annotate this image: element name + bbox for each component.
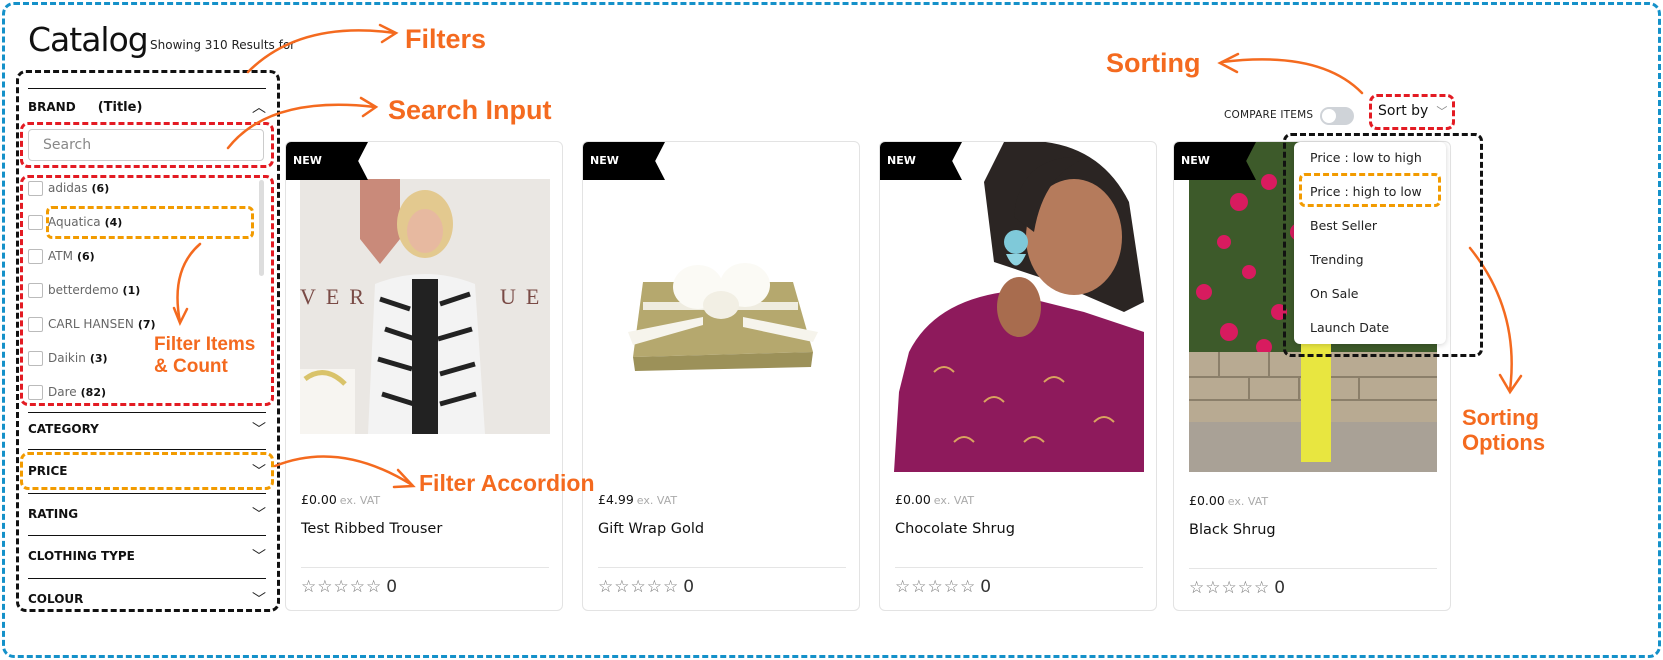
annotation-filter-items: Filter Items & Count (154, 334, 255, 378)
sort-options-highlight (1283, 133, 1483, 357)
results-count: Showing 310 Results for (150, 38, 296, 52)
annotation-filter-accordion: Filter Accordion (419, 470, 595, 496)
filter-item-highlight (46, 206, 254, 239)
product-image[interactable]: VER UE (300, 179, 550, 434)
product-name[interactable]: Gift Wrap Gold (598, 521, 704, 537)
annotation-line: Sorting (1462, 405, 1539, 430)
star-icon: ☆☆☆☆☆ (598, 577, 680, 597)
vat-label: ex. VAT (636, 494, 678, 507)
product-rating: ☆☆☆☆☆ 0 (895, 577, 992, 597)
svg-text:UE: UE (500, 284, 549, 309)
new-badge: NEW (880, 142, 962, 180)
rating-count: 0 (980, 577, 993, 597)
accordion-highlight (20, 452, 274, 490)
product-card[interactable]: NEW VER UE £0.00 ex. VAT Test Ribbed Trou… (285, 141, 563, 611)
compare-items-label: COMPARE ITEMS (1224, 109, 1314, 121)
price-value: £0.00 (301, 492, 337, 507)
divider (1189, 568, 1437, 569)
annotation-search-input: Search Input (388, 95, 552, 125)
rating-count: 0 (1274, 578, 1287, 598)
product-price: £0.00 ex. VAT (1189, 493, 1268, 508)
product-card[interactable]: NEW £4.99 ex. VAT Gift Wrap Gold ☆☆☆☆☆ 0 (582, 141, 860, 611)
annotation-line: & Count (154, 355, 228, 377)
product-name[interactable]: Black Shrug (1189, 522, 1276, 538)
product-price: £0.00 ex. VAT (301, 492, 380, 507)
rating-count: 0 (386, 577, 399, 597)
search-highlight (20, 122, 274, 168)
divider (301, 567, 549, 568)
product-image[interactable] (894, 142, 1144, 472)
price-value: £0.00 (895, 492, 931, 507)
compare-items-toggle[interactable] (1320, 107, 1354, 125)
annotation-filters: Filters (405, 24, 487, 54)
product-price: £4.99 ex. VAT (598, 492, 677, 507)
star-icon: ☆☆☆☆☆ (1189, 578, 1271, 598)
page-title: Catalog (28, 20, 149, 59)
rating-count: 0 (683, 577, 696, 597)
product-image[interactable] (623, 247, 823, 372)
toggle-knob (1322, 109, 1336, 123)
product-rating: ☆☆☆☆☆ 0 (598, 577, 695, 597)
annotation-line: Options (1462, 430, 1546, 456)
svg-text:VER: VER (300, 284, 374, 309)
product-name[interactable]: Test Ribbed Trouser (301, 521, 442, 537)
product-rating: ☆☆☆☆☆ 0 (1189, 578, 1286, 598)
annotation-line: Filter Items (154, 334, 256, 355)
vat-label: ex. VAT (933, 494, 975, 507)
star-icon: ☆☆☆☆☆ (895, 577, 977, 597)
new-badge: NEW (286, 142, 368, 180)
sort-option-highlight (1299, 173, 1441, 207)
annotation-sorting-options: Sorting Options (1462, 405, 1545, 456)
sort-highlight (1369, 94, 1455, 130)
divider (895, 567, 1143, 568)
star-icon: ☆☆☆☆☆ (301, 577, 383, 597)
vat-label: ex. VAT (339, 494, 381, 507)
divider (598, 567, 846, 568)
new-badge: NEW (1174, 142, 1256, 180)
product-price: £0.00 ex. VAT (895, 492, 974, 507)
product-rating: ☆☆☆☆☆ 0 (301, 577, 398, 597)
product-name[interactable]: Chocolate Shrug (895, 521, 1015, 537)
price-value: £4.99 (598, 492, 634, 507)
annotation-sorting: Sorting (1106, 48, 1201, 78)
new-badge: NEW (583, 142, 665, 180)
product-card[interactable]: NEW £0.00 ex. VAT Chocolate Shrug ☆☆☆☆☆ 0 (879, 141, 1157, 611)
price-value: £0.00 (1189, 493, 1225, 508)
vat-label: ex. VAT (1227, 495, 1269, 508)
